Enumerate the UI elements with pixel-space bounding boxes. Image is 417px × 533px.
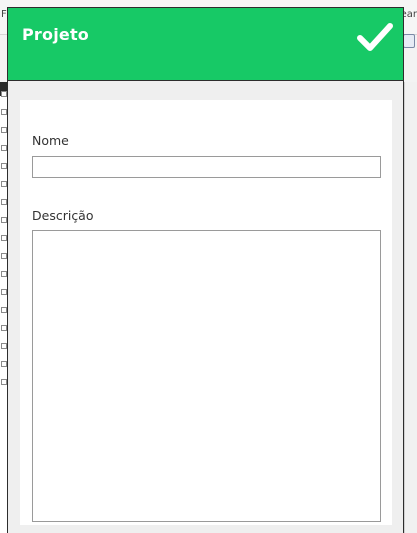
name-label: Nome xyxy=(32,133,69,148)
description-label: Descrição xyxy=(32,208,94,223)
confirm-button[interactable] xyxy=(355,20,395,56)
project-form: Nome Descrição xyxy=(20,100,392,525)
panel-header: Projeto xyxy=(8,7,403,81)
checkmark-icon xyxy=(357,23,393,51)
description-textarea[interactable] xyxy=(32,230,381,522)
background-right-panel xyxy=(404,82,417,533)
project-panel: Projeto Nome Descrição xyxy=(7,7,404,533)
toolbar-icon[interactable] xyxy=(403,34,415,48)
background-menu-item[interactable]: F xyxy=(1,9,7,20)
name-input[interactable] xyxy=(32,156,381,178)
panel-title: Projeto xyxy=(22,25,89,44)
